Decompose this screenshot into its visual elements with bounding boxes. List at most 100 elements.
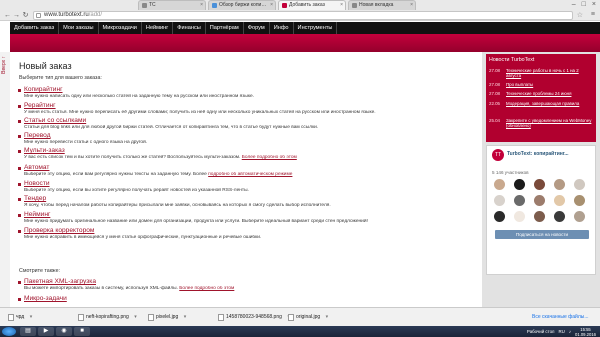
taskbar-app-icon[interactable]: ■ — [74, 327, 90, 336]
news-link[interactable]: Технические проблемы 24 июня — [506, 91, 594, 96]
description-text: Вы можете импортировать заказы в систему… — [24, 286, 178, 291]
see-also-link[interactable]: Микро-задачи — [24, 295, 474, 303]
member-avatar[interactable] — [554, 195, 565, 206]
news-link[interactable]: Модерация, завершающая правила — [506, 101, 594, 106]
chevron-down-icon[interactable]: ▾ — [30, 312, 33, 323]
order-type-item: Копирайтинг Мне нужно написать одну или н… — [18, 86, 474, 100]
order-type-description: Выберите эту опцию, если вы хотите регул… — [24, 188, 474, 194]
see-also-link[interactable]: Пакетная XML-загрузка — [24, 278, 474, 286]
vk-group-name[interactable]: TurboText: копирайтинг... — [507, 151, 569, 157]
member-avatar[interactable] — [554, 211, 565, 222]
volume-icon[interactable]: ♪ — [569, 329, 571, 334]
tab-label: ТС — [149, 2, 156, 8]
order-type-link[interactable]: Копирайтинг — [24, 86, 474, 94]
bullet-icon — [18, 167, 21, 170]
topnav-item[interactable]: Инфо — [270, 22, 294, 34]
download-item[interactable]: original.jpg ▾ — [288, 312, 328, 323]
member-avatar[interactable] — [514, 211, 525, 222]
order-type-link[interactable]: Нейминг — [24, 211, 474, 219]
member-avatar[interactable] — [554, 179, 565, 190]
member-avatar[interactable] — [494, 211, 505, 222]
order-type-link[interactable]: Проверка корректором — [24, 227, 474, 235]
tab-close-icon[interactable]: × — [200, 1, 203, 10]
browser-tab[interactable]: Добавить заказ × — [278, 0, 346, 10]
member-avatar[interactable] — [574, 179, 585, 190]
browser-tab[interactable]: Обзор биржи копи… × — [208, 0, 276, 10]
show-all-downloads-link[interactable]: Все скачанные файлы... — [532, 312, 589, 323]
news-link[interactable]: Про выплаты — [506, 82, 594, 87]
member-avatar[interactable] — [534, 211, 545, 222]
address-bar[interactable]: www.turbotext.ru/add/ — [33, 11, 573, 20]
chevron-down-icon[interactable]: ▾ — [326, 312, 329, 323]
member-avatar[interactable] — [514, 195, 525, 206]
download-item[interactable]: 1458780023-948568.png▾ — [218, 312, 290, 323]
order-type-link[interactable]: Мульти-заказ — [24, 147, 474, 155]
download-item[interactable]: neft-kopirafting.png ▾ — [78, 312, 137, 323]
description-text: Мне нужно придумать оригинальное названи… — [24, 219, 368, 224]
order-type-link[interactable]: Автомат — [24, 164, 474, 172]
tab-close-icon[interactable]: × — [270, 1, 273, 10]
download-item[interactable]: чрд ▾ — [8, 312, 32, 323]
topnav-item[interactable]: Микрозадачи — [99, 22, 142, 34]
maximize-button[interactable]: □ — [582, 1, 586, 8]
clock[interactable]: 15:55 01.09.2016 — [575, 327, 596, 337]
topnav-item[interactable]: Добавить заказ — [10, 22, 60, 34]
order-type-link[interactable]: Перевод — [24, 132, 474, 140]
desktop-label[interactable]: Рабочий стол — [527, 329, 555, 334]
forward-icon[interactable]: → — [12, 11, 21, 20]
browser-menu-icon[interactable]: ≡ — [591, 11, 595, 18]
more-info-link[interactable]: Более подробно об этом — [179, 286, 234, 291]
more-info-link[interactable]: подробно об автоматическом режиме — [208, 172, 292, 177]
browser-tab[interactable]: ТС × — [138, 0, 206, 10]
download-item[interactable]: pixelel.jpg ▾ — [148, 312, 186, 323]
taskbar-media-icon[interactable]: ▶ — [38, 327, 54, 336]
reload-icon[interactable]: ↻ — [21, 11, 30, 20]
scroll-up-label: Вверх ↑ — [1, 56, 7, 74]
member-avatar[interactable] — [534, 179, 545, 190]
topnav-item[interactable]: Форум — [244, 22, 270, 34]
order-type-link[interactable]: Статьи со ссылками — [24, 117, 474, 125]
back-icon[interactable]: ← — [3, 11, 12, 20]
order-type-item: Перевод Мне нужно перевести статьи с одно… — [18, 132, 474, 146]
browser-tab[interactable]: Новая вкладка × — [348, 0, 416, 10]
start-button[interactable] — [2, 327, 16, 336]
download-filename: чрд — [16, 314, 25, 320]
member-avatar[interactable] — [514, 179, 525, 190]
tab-close-icon[interactable]: × — [410, 1, 413, 10]
news-link[interactable]: Закрепите с уведомлением на WebMoney (об… — [506, 118, 594, 128]
topnav-item[interactable]: Инструменты — [294, 22, 338, 34]
vk-subscribe-button[interactable]: Подписаться на новости — [495, 230, 589, 239]
page-title: Новый заказ — [19, 61, 72, 71]
order-type-link[interactable]: Рерайтинг — [24, 102, 474, 110]
taskbar-browser-icon[interactable]: ◉ — [56, 327, 72, 336]
topnav-item[interactable]: Мои заказы — [59, 22, 99, 34]
minimize-button[interactable]: – — [572, 1, 576, 8]
page-info-icon[interactable] — [36, 13, 41, 18]
member-avatar[interactable] — [494, 195, 505, 206]
order-type-item: Рерайтинг У меня есть статья. Мне нужно п… — [18, 102, 474, 116]
chevron-down-icon[interactable]: ▾ — [134, 312, 137, 323]
bookmark-star-icon[interactable]: ☆ — [577, 11, 583, 19]
tab-close-icon[interactable]: × — [340, 1, 343, 10]
topnav-item[interactable]: Партнёрам — [206, 22, 244, 34]
vk-member-count: 5 146 участников — [492, 170, 529, 175]
bullet-icon — [18, 230, 21, 233]
order-type-link[interactable]: Тендер — [24, 195, 474, 203]
topnav-item[interactable]: Финансы — [173, 22, 206, 34]
taskbar-explorer-icon[interactable]: ▤ — [20, 327, 36, 336]
more-info-link[interactable]: Более подробно об этом — [242, 155, 297, 160]
chevron-down-icon[interactable]: ▾ — [184, 312, 187, 323]
member-avatar[interactable] — [494, 179, 505, 190]
order-type-link[interactable]: Новости — [24, 180, 474, 188]
member-avatar[interactable] — [534, 195, 545, 206]
scroll-up-strip[interactable]: Вверх ↑ — [0, 52, 10, 307]
vk-group-logo[interactable]: TT — [492, 149, 504, 161]
news-link[interactable]: Технические работы в ночь с 1 на 2 авгус… — [506, 68, 594, 78]
language-indicator[interactable]: RU — [558, 329, 564, 334]
close-window-button[interactable]: × — [592, 1, 596, 8]
site-banner — [10, 34, 600, 52]
topnav-item[interactable]: Нейминг — [142, 22, 174, 34]
bullet-icon — [18, 135, 21, 138]
member-avatar[interactable] — [574, 195, 585, 206]
member-avatar[interactable] — [574, 211, 585, 222]
